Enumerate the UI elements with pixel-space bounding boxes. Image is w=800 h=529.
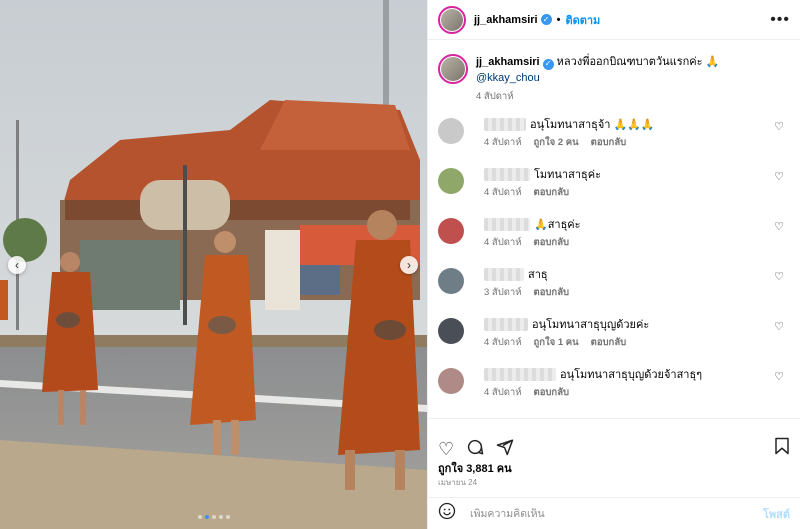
monks-alms-round-image bbox=[0, 0, 427, 529]
comment-heart-icon[interactable]: ♡ bbox=[774, 170, 784, 183]
carousel-dots bbox=[198, 515, 230, 519]
header-username[interactable]: jj_akhamsiri bbox=[474, 14, 538, 26]
comment-time: 4 สัปดาห์ bbox=[484, 137, 522, 148]
comment-text: โมทนาสาธุค่ะ bbox=[534, 169, 601, 181]
reply-button[interactable]: ตอบกลับ bbox=[534, 237, 570, 248]
reply-button[interactable]: ตอบกลับ bbox=[534, 287, 570, 298]
comment-text: สาธุ bbox=[528, 269, 548, 281]
comment-time: 4 สัปดาห์ bbox=[484, 337, 522, 348]
carousel-dot[interactable] bbox=[198, 515, 202, 519]
carousel-dot[interactable] bbox=[226, 515, 230, 519]
avatar[interactable] bbox=[438, 118, 464, 144]
blurred-username[interactable] bbox=[484, 367, 556, 381]
comment-composer: โพสต์ bbox=[428, 497, 800, 529]
post-side-panel: jj_akhamsiri ✓ • ติดตาม ••• jj_akhamsiri… bbox=[427, 0, 800, 529]
comment-input[interactable] bbox=[470, 507, 763, 520]
comment-text: อนุโมทนาสาธุบุญด้วยค่ะ bbox=[532, 319, 650, 331]
comment-text: อนุโมทนาสาธุจ้า 🙏🙏🙏 bbox=[530, 119, 655, 131]
follow-button[interactable]: ติดตาม bbox=[565, 11, 600, 29]
comment-text: อนุโมทนาสาธุบุญด้วยจ้าสาธุๆ bbox=[560, 369, 703, 381]
comment-time: 3 สัปดาห์ bbox=[484, 287, 522, 298]
blurred-username[interactable] bbox=[484, 317, 528, 331]
avatar[interactable] bbox=[438, 318, 464, 344]
caption-username[interactable]: jj_akhamsiri bbox=[476, 56, 540, 68]
verified-badge-icon: ✓ bbox=[542, 58, 554, 70]
comment-heart-icon[interactable]: ♡ bbox=[774, 270, 784, 283]
comment-likes[interactable]: ถูกใจ 1 คน bbox=[534, 337, 579, 348]
comment-text: 🙏สาธุค่ะ bbox=[534, 219, 581, 231]
comment-heart-icon[interactable]: ♡ bbox=[774, 370, 784, 383]
reply-button[interactable]: ตอบกลับ bbox=[534, 387, 570, 398]
comment-item: โมทนาสาธุค่ะ 4 สัปดาห์ ตอบกลับ ♡ bbox=[438, 166, 790, 206]
blurred-username[interactable] bbox=[484, 267, 524, 281]
emoji-icon[interactable] bbox=[438, 502, 456, 525]
bookmark-icon[interactable] bbox=[774, 437, 790, 460]
blurred-username[interactable] bbox=[484, 167, 530, 181]
post-comment-button[interactable]: โพสต์ bbox=[763, 505, 790, 523]
comment-item: อนุโมทนาสาธุบุญด้วยค่ะ 4 สัปดาห์ ถูกใจ 1 ค… bbox=[438, 316, 790, 356]
likes-count[interactable]: ถูกใจ 3,881 คน bbox=[438, 459, 512, 477]
comment-item: สาธุ 3 สัปดาห์ ตอบกลับ ♡ bbox=[438, 266, 790, 306]
comment-time: 4 สัปดาห์ bbox=[484, 187, 522, 198]
carousel-dot[interactable] bbox=[212, 515, 216, 519]
comment-heart-icon[interactable]: ♡ bbox=[774, 120, 784, 133]
caption-text: หลวงพี่ออกบิณฑบาตวันแรกค่ะ 🙏 bbox=[556, 56, 720, 68]
reply-button[interactable]: ตอบกลับ bbox=[591, 337, 627, 348]
comment-likes[interactable]: ถูกใจ 2 คน bbox=[534, 137, 579, 148]
avatar[interactable] bbox=[438, 268, 464, 294]
comment-time: 4 สัปดาห์ bbox=[484, 237, 522, 248]
comment-item: 🙏สาธุค่ะ 4 สัปดาห์ ตอบกลับ ♡ bbox=[438, 216, 790, 256]
caption-time: 4 สัปดาห์ bbox=[476, 91, 514, 102]
chevron-left-icon[interactable]: ‹ bbox=[8, 256, 26, 274]
carousel-dot[interactable] bbox=[219, 515, 223, 519]
avatar[interactable] bbox=[438, 54, 468, 84]
post-header: jj_akhamsiri ✓ • ติดตาม ••• bbox=[428, 0, 800, 40]
verified-badge-icon: ✓ bbox=[540, 14, 552, 25]
comment-time: 4 สัปดาห์ bbox=[484, 387, 522, 398]
avatar[interactable] bbox=[438, 5, 466, 34]
comment-item: อนุโมทนาสาธุจ้า 🙏🙏🙏 4 สัปดาห์ ถูกใจ 2 คน ตอ… bbox=[438, 116, 790, 156]
heart-icon[interactable]: ♡ bbox=[438, 440, 454, 458]
carousel-dot[interactable] bbox=[205, 515, 209, 519]
comment-heart-icon[interactable]: ♡ bbox=[774, 220, 784, 233]
avatar[interactable] bbox=[438, 218, 464, 244]
blurred-username[interactable] bbox=[484, 217, 530, 231]
avatar[interactable] bbox=[438, 168, 464, 194]
comment-heart-icon[interactable]: ♡ bbox=[774, 320, 784, 333]
avatar[interactable] bbox=[438, 368, 464, 394]
caption-mention[interactable]: @kkay_chou bbox=[476, 70, 719, 86]
chevron-right-icon[interactable]: › bbox=[400, 256, 418, 274]
more-horizontal-icon[interactable]: ••• bbox=[770, 11, 790, 29]
reply-button[interactable]: ตอบกลับ bbox=[534, 187, 570, 198]
blurred-username[interactable] bbox=[484, 117, 526, 131]
comment-icon[interactable] bbox=[466, 438, 484, 459]
post-photo[interactable]: ‹ › bbox=[0, 0, 427, 529]
header-separator: • bbox=[556, 13, 561, 26]
caption: jj_akhamsiri ✓ หลวงพี่ออกบิณฑบาตวันแรกค่ะ… bbox=[438, 54, 790, 105]
reply-button[interactable]: ตอบกลับ bbox=[591, 137, 627, 148]
comment-item: อนุโมทนาสาธุบุญด้วยจ้าสาธุๆ 4 สัปดาห์ ตอบก… bbox=[438, 366, 790, 406]
post-date: เมษายน 24 bbox=[438, 478, 478, 487]
send-icon[interactable] bbox=[496, 438, 514, 459]
